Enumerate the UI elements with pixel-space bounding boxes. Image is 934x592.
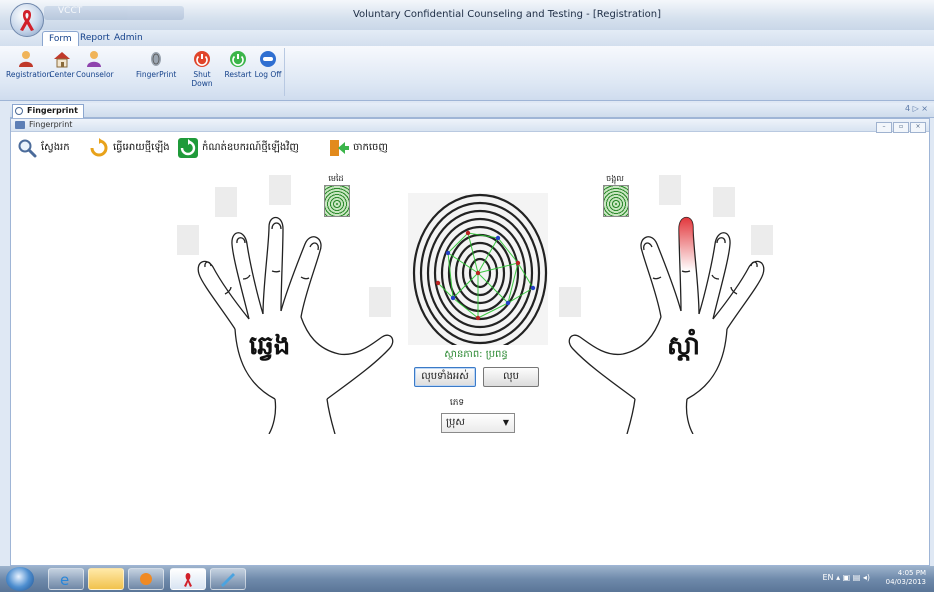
vcct-taskbar-icon[interactable] [170,568,206,590]
shutdown-button[interactable]: Shut Down [184,48,220,90]
window-title: Voluntary Confidential Counseling and Te… [352,9,662,20]
title-bar: VCCT Voluntary Confidential Counseling a… [0,0,934,37]
restart-button[interactable]: Restart [222,48,254,90]
tab-fingerprint-label: Fingerprint [27,106,78,115]
registration-label: Registration [6,70,52,79]
media-taskbar-icon[interactable] [128,568,164,590]
window-controls: – ▫ × [875,120,926,133]
finger-slot[interactable] [215,187,237,217]
counselor-button[interactable]: Counselor [76,48,114,90]
minimize-button[interactable]: – [876,122,892,133]
fingerprint-label: FingerPrint [136,70,177,79]
right-index-label: ចង្អុល [606,174,624,183]
finger-slot[interactable] [177,225,199,255]
left-thumb-fingerprint-thumbnail[interactable] [324,185,350,217]
finger-slot[interactable] [659,175,681,205]
form-icon [15,121,25,129]
restart-label: Restart [224,70,252,79]
tab-admin[interactable]: Admin [108,31,149,46]
scan-status: ស្ថានភាព: ប្រពន្ធ [444,349,508,360]
clock-date: 04/03/2013 [885,578,926,586]
refresh-button[interactable]: ធ្វើអោយថ្មីឡើង [89,137,175,159]
restore-button[interactable]: ▫ [893,122,909,133]
logoff-label: Log Off [254,70,282,79]
clock[interactable]: 4:05 PM 04/03/2013 [886,569,926,587]
start-button[interactable] [6,567,34,591]
close-window-button[interactable]: × [910,122,926,133]
logoff-icon [260,51,276,67]
paint-taskbar-icon[interactable] [210,568,246,590]
exit-button[interactable]: ចាកចេញ [329,137,409,159]
home-icon [54,52,70,68]
system-tray-icons[interactable]: EN ▴ ▣ ▤ ◂) [823,573,871,582]
refresh-icon [90,138,108,157]
finger-slot[interactable] [751,225,773,255]
language-indicator[interactable]: EN [823,573,834,582]
form-caption-label: Fingerprint [29,120,73,129]
right-hand-label: ស្តាំ [667,331,701,361]
close-icon[interactable] [15,107,23,115]
fingerprint-button[interactable]: FingerPrint [136,48,176,90]
taskbar: e EN ▴ ▣ ▤ ◂) 4:05 PM 04/03/2013 [0,566,934,592]
finger-slot[interactable] [559,287,581,317]
fingerprint-toolbar: ស្វែងរក ធ្វើអោយថ្មីឡើង កំណត់ឧបករណ៍ថ្មីឡើ… [17,135,917,161]
counselor-label: Counselor [76,70,114,79]
ribbon-tabs: Form Report Admin [0,30,934,47]
finger-slot[interactable] [713,187,735,217]
ribbon: Registration Center Counselor FingerPrin… [0,46,934,101]
clock-time: 4:05 PM [897,569,926,577]
ie-taskbar-icon[interactable]: e [48,568,84,590]
counselor-icon [87,51,101,67]
power-icon [194,51,210,67]
chevron-down-icon: ▼ [502,418,509,427]
registration-button[interactable]: Registration [6,48,51,90]
left-hand-label: ឆ្វេង [249,331,291,361]
refresh-label: ធ្វើអោយថ្មីឡើង [113,142,170,153]
sex-label: ភេទ [449,398,465,408]
rescan-device-label: កំណត់ឧបករណ៍ថ្មីឡើងវិញ [202,142,299,153]
left-thumb-label: មេដៃ [328,174,344,183]
restart-icon [230,51,246,67]
tab-navigation[interactable]: 4 ▷ × [905,104,928,113]
fingerprint-form: Fingerprint –▫× ស្វែងរក ធ្វើអោយថ្មីឡើង [10,118,930,566]
form-caption: Fingerprint – ▫ × [11,119,929,133]
sex-select-value: ប្រុស [446,417,465,428]
document-tabbar: Fingerprint 4 ▷ × [10,103,934,118]
finger-slot[interactable] [369,287,391,317]
search-button[interactable]: ស្វែងរក [17,137,87,159]
fingerprint-scan-image [408,193,548,345]
user-icon [19,51,33,67]
delete-button[interactable]: លុប [483,367,539,387]
right-index-fingerprint-thumbnail[interactable] [603,185,629,217]
logoff-button[interactable]: Log Off [254,48,282,90]
finger-slot[interactable] [269,175,291,205]
shutdown-label: Shut Down [191,70,213,88]
fingerprint-icon [151,52,161,66]
app-menu-button[interactable] [10,3,44,37]
exit-icon [330,140,349,156]
ribbon-group-form: Registration Center Counselor FingerPrin… [6,48,285,96]
svg-text:e: e [60,571,69,589]
delete-all-button[interactable]: លុបទាំងអស់ [414,367,476,387]
search-label: ស្វែងរក [41,142,70,153]
sex-select[interactable]: ប្រុស ▼ [441,413,515,433]
search-icon [18,139,37,158]
center-label: Center [49,70,75,79]
exit-label: ចាកចេញ [353,142,388,153]
rescan-icon [178,138,198,158]
explorer-taskbar-icon[interactable] [88,568,124,590]
rescan-device-button[interactable]: កំណត់ឧបករណ៍ថ្មីឡើងវិញ [178,137,328,159]
tab-fingerprint[interactable]: Fingerprint [12,104,84,118]
center-button[interactable]: Center [48,48,76,90]
red-ribbon-icon [20,10,34,31]
